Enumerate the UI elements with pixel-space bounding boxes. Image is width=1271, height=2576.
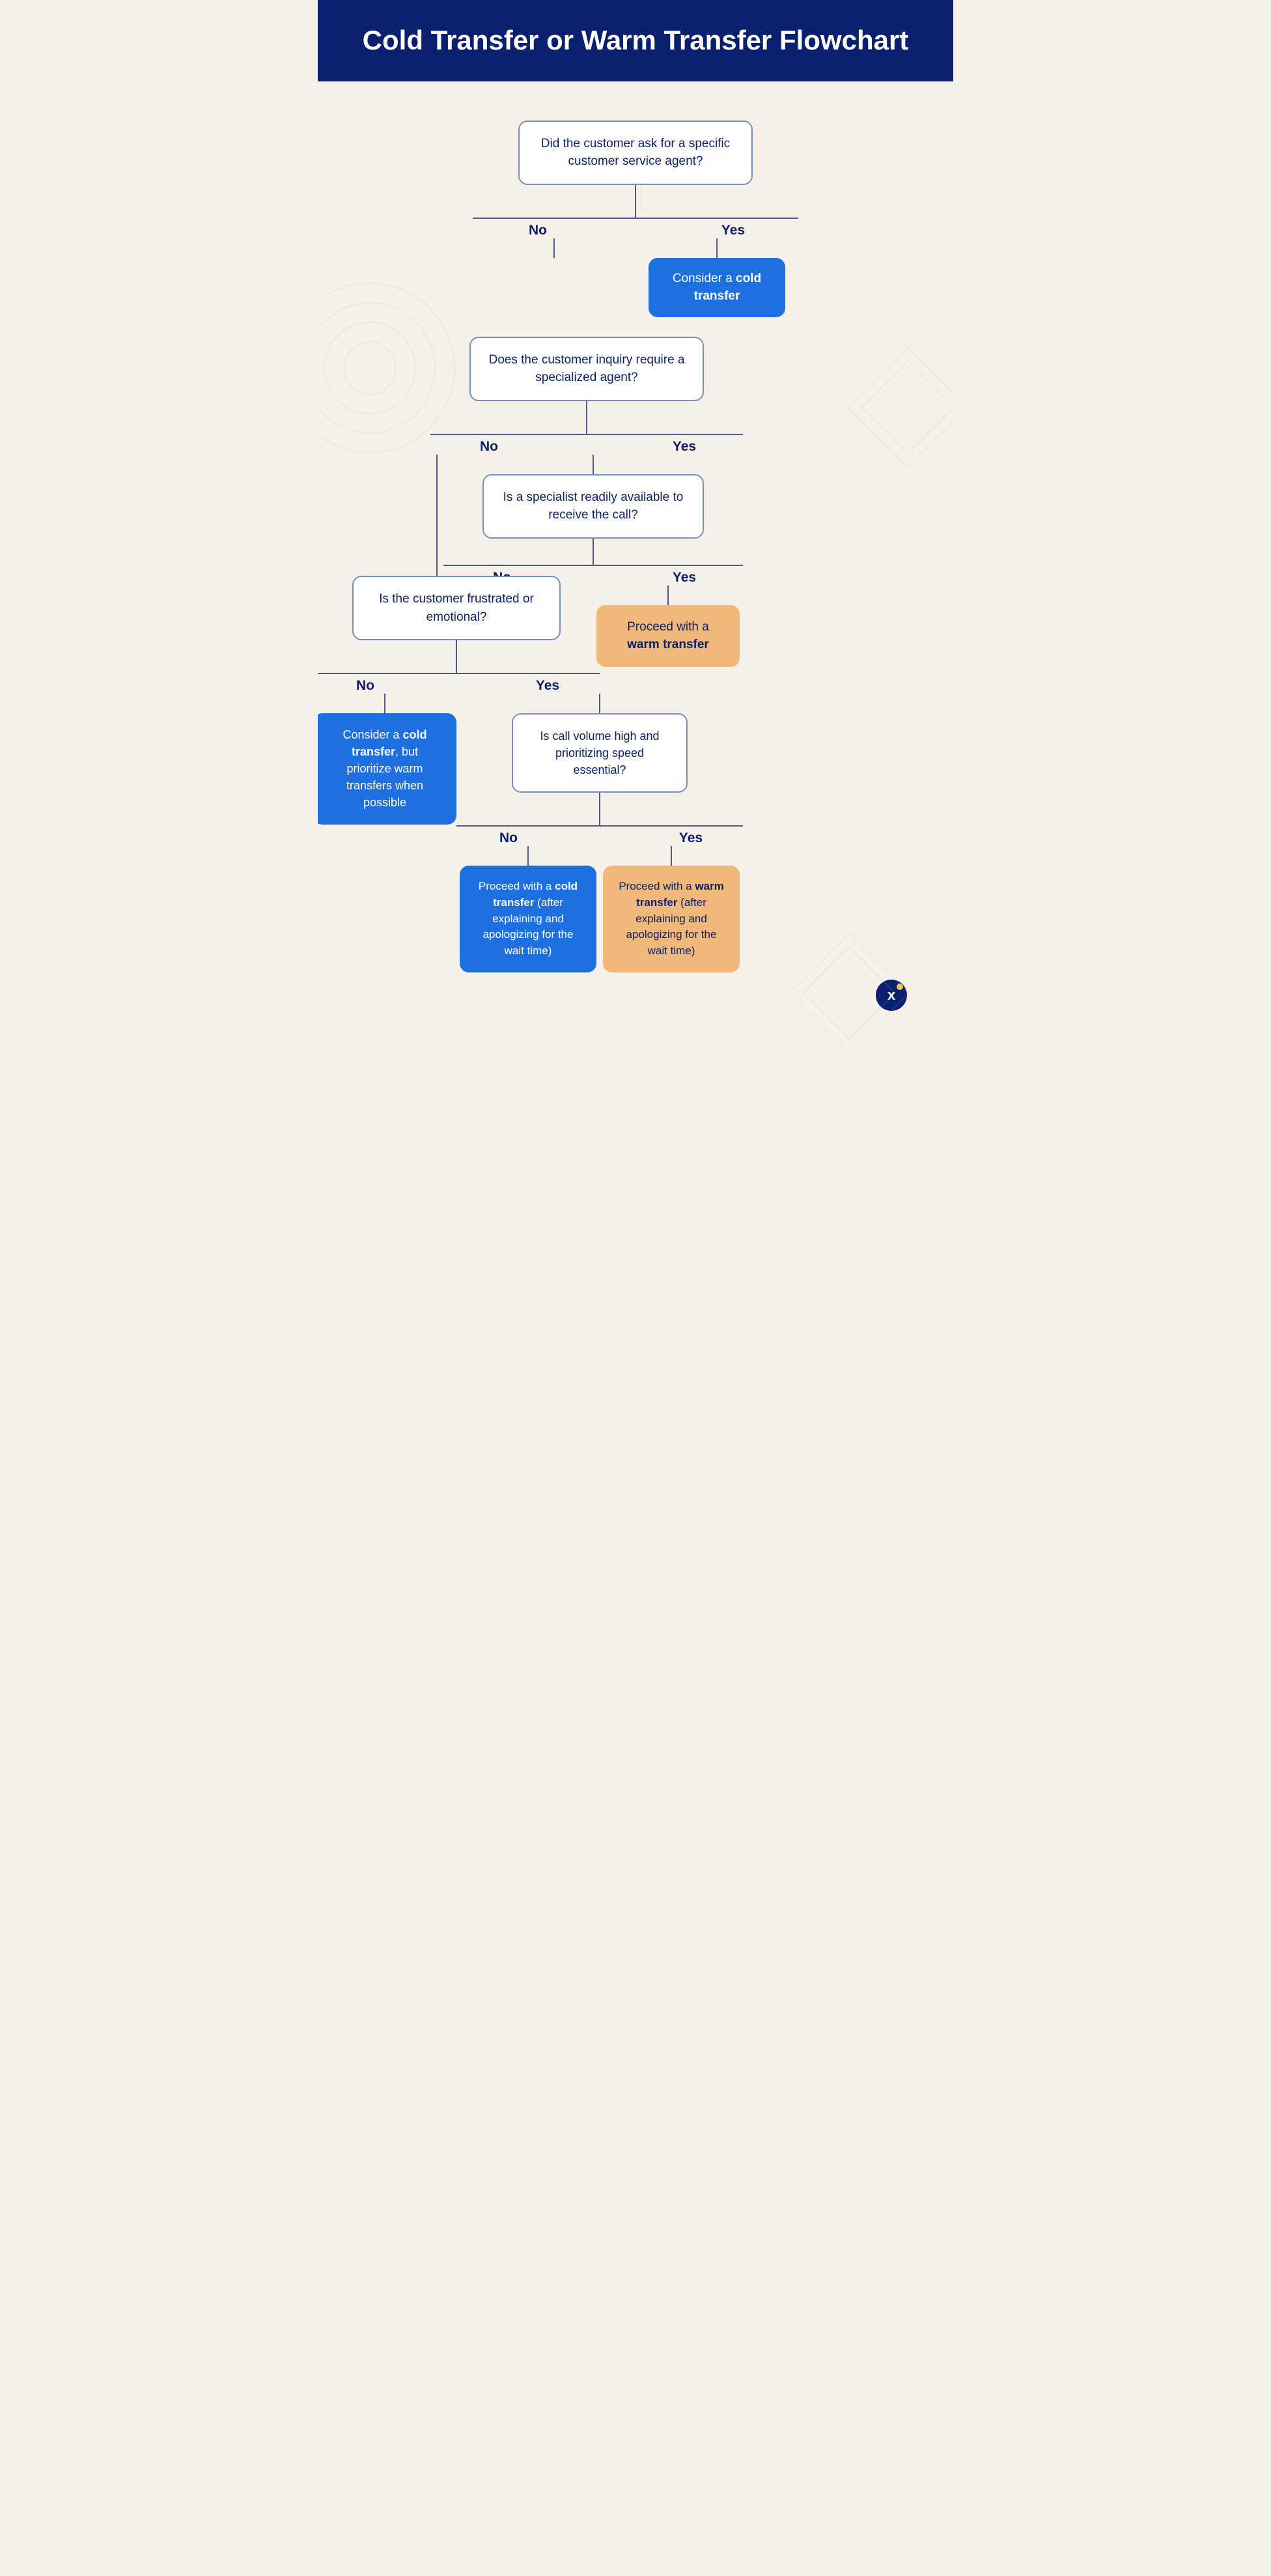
- r5-bold: warm transfer: [636, 880, 724, 909]
- q5-labels: No Yes: [456, 830, 743, 846]
- q3-yes-branch: Proceed with a warm transfer: [593, 586, 743, 667]
- q1-yes-vline: [716, 238, 718, 258]
- r1-bold: cold transfer: [694, 272, 761, 304]
- q4-no-vline: [384, 694, 385, 713]
- r3-bold: cold transfer: [352, 728, 427, 758]
- xero-logo: x: [875, 979, 908, 1012]
- q1-no-vline: [553, 238, 555, 258]
- q1-hline-container: [473, 218, 798, 219]
- q4-no-label: No: [318, 678, 417, 694]
- q3-hline: [443, 565, 743, 566]
- page-header: Cold Transfer or Warm Transfer Flowchart: [318, 0, 953, 81]
- q5-yes-branch: Proceed with a warm transfer (after expl…: [600, 846, 743, 972]
- logo-area: x: [344, 972, 927, 1025]
- r4-bold: cold transfer: [493, 880, 578, 909]
- q4-branches: Consider a cold transfer, but prioritize…: [318, 694, 600, 972]
- q1-labels: No Yes: [473, 223, 798, 238]
- q5-branches: Proceed with a cold transfer (after expl…: [456, 846, 743, 972]
- q4-labels: No Yes: [318, 678, 600, 694]
- q4-yes-label: Yes: [496, 678, 600, 694]
- q1-no-branch: [473, 238, 636, 258]
- q2-no-label: No: [430, 439, 548, 455]
- q4-no-branch: Consider a cold transfer, but prioritize…: [318, 694, 456, 824]
- q3-box: Is a specialist readily available to rec…: [482, 474, 704, 539]
- q4-yes-vline: [599, 694, 600, 713]
- q1-no-label: No: [473, 223, 603, 238]
- q1-text: Did the customer ask for a specific cust…: [541, 137, 730, 169]
- q5-vline: [599, 793, 600, 825]
- r3-box: Consider a cold transfer, but prioritize…: [318, 713, 456, 824]
- q2-text: Does the customer inquiry require a spec…: [489, 353, 685, 385]
- q2-yes-label: Yes: [626, 439, 743, 455]
- q3-text: Is a specialist readily available to rec…: [503, 490, 684, 522]
- q1-yes-branch: Consider a cold transfer: [636, 238, 798, 317]
- q1-hline: [473, 218, 798, 219]
- r4-box: Proceed with a cold transfer (after expl…: [460, 866, 596, 972]
- q3-yes-vline: [667, 586, 669, 605]
- page-title: Cold Transfer or Warm Transfer Flowchart: [357, 23, 914, 58]
- q3-yes-label: Yes: [626, 570, 743, 586]
- q4-hline-container: [318, 673, 600, 674]
- q5-hline-container: [456, 825, 743, 827]
- q5-yes-vline: [671, 846, 672, 866]
- q1-section: Did the customer ask for a specific cust…: [369, 120, 902, 317]
- spacer1: [369, 317, 902, 337]
- q5-yes-label: Yes: [639, 830, 743, 846]
- q2-hline-container: [430, 434, 743, 435]
- q5-text: Is call volume high and prioritizing spe…: [540, 729, 659, 776]
- r2-box: Proceed with a warm transfer: [596, 605, 740, 667]
- q2-box: Does the customer inquiry require a spec…: [469, 337, 704, 401]
- q5-hline: [456, 825, 743, 827]
- q2-hline: [430, 434, 743, 435]
- q5-no-vline: [527, 846, 529, 866]
- q5-no-label: No: [456, 830, 561, 846]
- svg-text:x: x: [887, 987, 896, 1003]
- q1-branches: Consider a cold transfer: [473, 238, 798, 317]
- q4-yes-branch: Is call volume high and prioritizing spe…: [456, 694, 743, 972]
- q4-vline: [456, 640, 457, 673]
- flowchart-body: Did the customer ask for a specific cust…: [318, 81, 953, 1077]
- q4-text: Is the customer frustrated or emotional?: [379, 592, 534, 624]
- q3-hline-container: [443, 565, 743, 566]
- r2-bold: warm transfer: [627, 638, 709, 651]
- q2-yes-vline: [593, 455, 594, 474]
- r5-box: Proceed with a warm transfer (after expl…: [603, 866, 740, 972]
- q1-yes-label: Yes: [668, 223, 798, 238]
- q1-vline: [635, 185, 636, 218]
- q4-hline: [318, 673, 600, 674]
- q5-box: Is call volume high and prioritizing spe…: [512, 713, 688, 793]
- flowchart: Did the customer ask for a specific cust…: [369, 120, 902, 972]
- q4-box: Is the customer frustrated or emotional?: [352, 576, 561, 640]
- r1-box: Consider a cold transfer: [649, 258, 785, 317]
- q2-labels: No Yes: [430, 439, 743, 455]
- q3-vline: [593, 539, 594, 565]
- q5-no-branch: Proceed with a cold transfer (after expl…: [456, 846, 600, 972]
- q1-box: Did the customer ask for a specific cust…: [518, 120, 753, 185]
- q2-vline: [586, 401, 587, 434]
